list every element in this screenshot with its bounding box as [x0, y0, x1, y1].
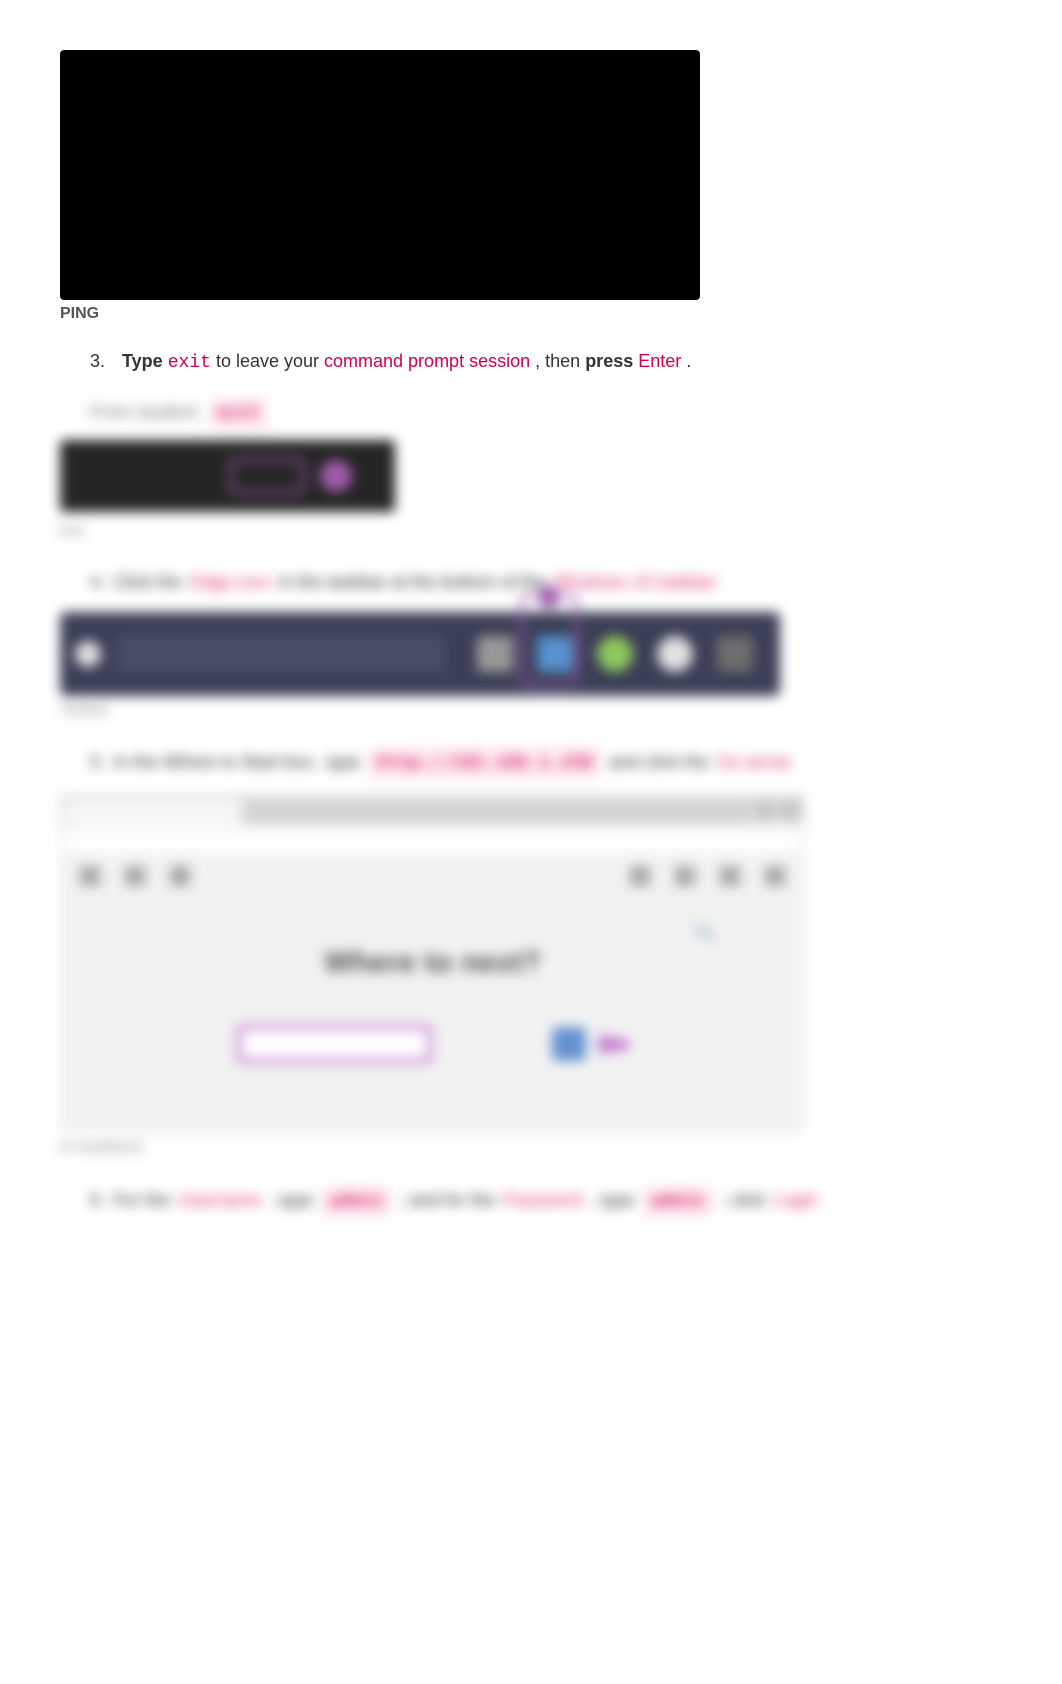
tool-icon — [765, 866, 785, 886]
command-prompt-link[interactable]: command prompt session — [324, 351, 530, 371]
browser-tab-area — [245, 800, 750, 824]
nav-icon — [80, 866, 100, 886]
caption-ping: PING — [60, 305, 1002, 323]
taskbar-app-icon — [597, 636, 633, 672]
edge-highlight-arrow — [538, 586, 560, 608]
browser-search-input-highlight — [237, 1025, 432, 1063]
terminal-screenshot-exit — [60, 440, 395, 512]
caption-taskbar: Taskbar — [60, 701, 1002, 717]
exit-highlight-box — [230, 458, 305, 494]
step-number: 3. — [90, 351, 112, 372]
step-6: 6. For the Username , type admin ; and f… — [90, 1185, 1002, 1218]
tool-icon — [630, 866, 650, 886]
nav-icon — [125, 866, 145, 886]
step-3: 3. Type exit to leave your command promp… — [90, 348, 1002, 377]
browser-toolbar — [60, 858, 805, 896]
blurred-from-student: From student: exit — [90, 397, 1002, 430]
terminal-screenshot-ping — [60, 50, 700, 300]
enter-key-link[interactable]: Enter — [638, 351, 681, 371]
browser-tab-bar — [60, 794, 805, 824]
nav-icon — [170, 866, 190, 886]
go-button — [552, 1027, 586, 1061]
taskbar-screenshot — [60, 612, 780, 696]
tool-icon — [720, 866, 740, 886]
taskbar-search-box — [116, 635, 445, 673]
taskbar-task-icon — [477, 636, 513, 672]
tool-icon — [675, 866, 695, 886]
blurred-preview-section: From student: exit Exit 4. Click the Edg… — [60, 397, 1002, 1218]
go-arrow-highlight — [596, 1031, 628, 1057]
search-icon: 🔍 — [693, 922, 715, 944]
exit-highlight-arrow — [320, 460, 352, 492]
taskbar-app-icon-3 — [717, 636, 753, 672]
browser-screenshot: Where to next? 🔍 — [60, 794, 805, 1134]
window-button-icon — [780, 800, 800, 820]
step-content: Type exit to leave your command prompt s… — [122, 348, 691, 377]
browser-tab — [65, 800, 240, 824]
caption-ipaddress: IP ADDRESS — [60, 1139, 1002, 1155]
browser-start-title: Where to next? — [60, 946, 805, 980]
start-button-icon — [75, 641, 101, 667]
browser-address-bar — [64, 828, 801, 854]
step-5: 5. In the Where to Start box, type http:… — [90, 747, 1002, 780]
caption-exit: Exit — [60, 522, 1002, 538]
window-button-icon — [755, 800, 775, 820]
taskbar-app-icon-2 — [657, 636, 693, 672]
